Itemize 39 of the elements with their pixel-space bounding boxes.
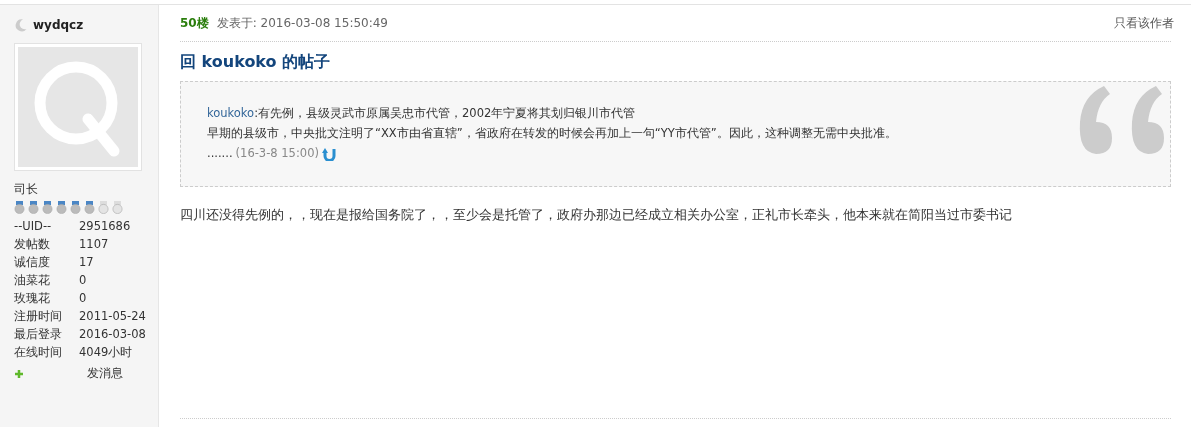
quote-user-link[interactable]: koukoko (207, 103, 255, 123)
stat-label: 发帖数 (14, 236, 51, 252)
medal-icon (14, 201, 25, 214)
author-only-link[interactable]: 只看该作者 (1114, 15, 1174, 32)
stat-label: 在线时间 (14, 344, 63, 360)
stat-value: 1107 (79, 236, 110, 252)
medal-icon (70, 201, 81, 214)
stat-value: 4049小时 (79, 344, 134, 360)
stat-value: 2011-05-24 (79, 308, 147, 324)
stat-value: 0 (79, 272, 88, 288)
stat-label: 诚信度 (14, 254, 51, 270)
medal-icon (98, 201, 109, 214)
medal-icon (28, 201, 39, 214)
post-time: 发表于: 2016-03-08 15:50:49 (216, 15, 388, 32)
plus-icon[interactable] (14, 368, 24, 379)
quote-ellipsis: ....... (207, 145, 233, 162)
user-rank: 司长 (14, 181, 39, 198)
floor-number: 50楼 (180, 15, 209, 32)
stat-label: 最后登录 (14, 326, 63, 342)
stat-value: 2016-03-08 (79, 326, 147, 342)
stat-label: 注册时间 (14, 308, 63, 324)
stat-label: --UID-- (14, 218, 53, 234)
post-title: 回 koukoko 的帖子 (180, 52, 332, 73)
moon-icon (14, 18, 28, 32)
stat-label: 油菜花 (14, 272, 51, 288)
username[interactable]: wydqcz (33, 18, 84, 32)
stat-value: 2951686 (79, 218, 132, 234)
medal-icon (56, 201, 67, 214)
quote-text: :有先例，县级灵武市原属吴忠市代管，2002年宁夏将其划归银川市代管 (254, 105, 636, 122)
stat-value: 0 (79, 290, 88, 306)
medal-icon (42, 201, 53, 214)
stat-value: 17 (79, 254, 95, 270)
stat-label: 玫瑰花 (14, 290, 51, 306)
medal-icon (84, 201, 95, 214)
message-link[interactable]: 发消息 (87, 366, 123, 381)
quote-time: (16-3-8 15:00) (235, 145, 319, 162)
quote-text: 早期的县级市，中央批文注明了“XX市由省直辖”，省政府在转发的时候会再加上一句“YY市代管”。因此，这种调整无需中央批准。 (207, 125, 897, 142)
medal-icon (112, 201, 123, 214)
post-body: 四川还没得先例的，，现在是报给国务院了，，至少会是托管了，政府办那边已经成立相关办公室，正礼市长牵头，他本来就在简阳当过市委书记 (180, 207, 1013, 224)
